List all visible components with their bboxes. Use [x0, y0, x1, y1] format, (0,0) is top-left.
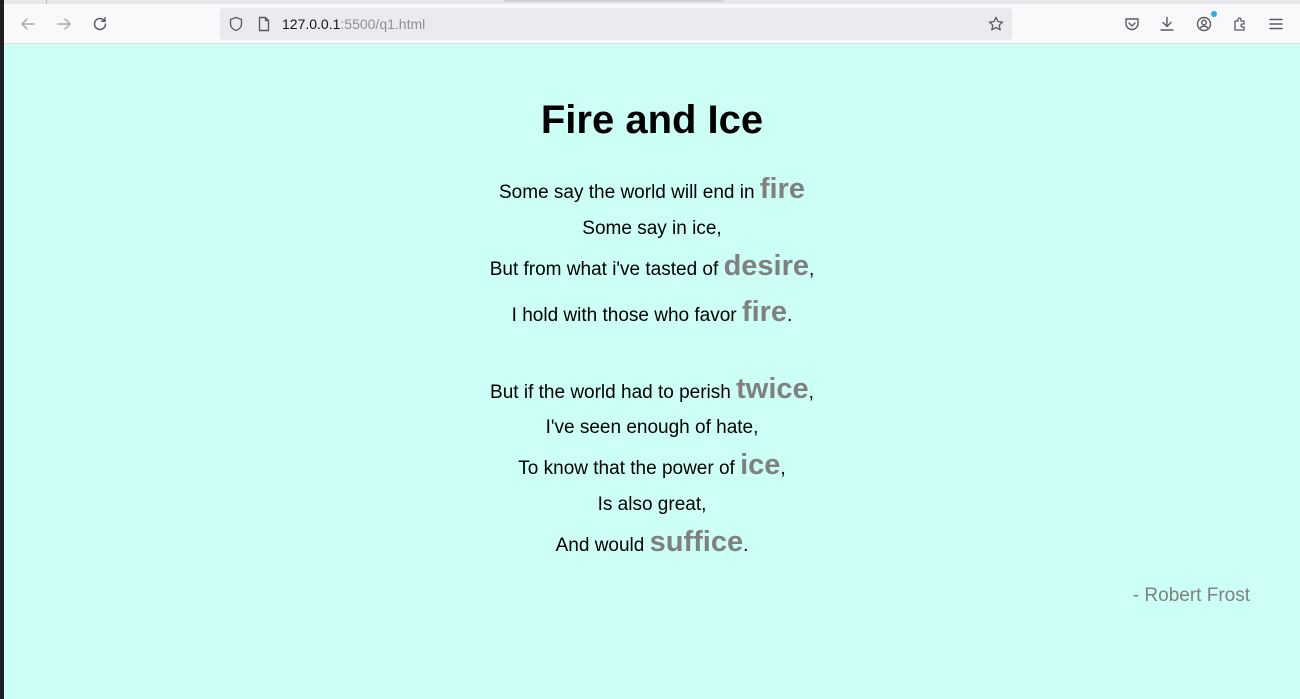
extensions-icon: [1234, 17, 1245, 31]
highlighted-word: suffice: [649, 526, 744, 558]
notification-badge: [1211, 11, 1217, 17]
back-arrow-icon: [21, 18, 35, 30]
highlighted-word: fire: [741, 296, 788, 328]
download-icon: [1160, 16, 1174, 31]
reload-icon: [93, 17, 107, 31]
poem-line: Some say in ice,: [4, 218, 1300, 240]
line-punctuation: .: [787, 305, 793, 326]
reload-button[interactable]: [84, 8, 116, 40]
line-punctuation: ,: [780, 458, 786, 479]
poem-author: - Robert Frost: [1132, 585, 1250, 606]
line-text: And would: [555, 535, 650, 556]
account-button[interactable]: [1188, 8, 1220, 40]
poem-line: I've seen enough of hate,: [4, 417, 1300, 439]
account-icon: [1196, 16, 1212, 32]
highlighted-word: ice: [740, 449, 781, 481]
line-text: But if the world had to perish: [490, 382, 737, 403]
url-path: :5500/q1.html: [340, 16, 426, 32]
poem-line: Some say the world will end in fire: [4, 173, 1300, 206]
highlighted-word: twice: [736, 373, 809, 405]
poem-line: But if the world had to perish twice,: [4, 373, 1300, 406]
poem-line: But from what i've tasted of desire,: [4, 250, 1300, 283]
poem-line: Is also great,: [4, 494, 1300, 516]
line-punctuation: ,: [809, 259, 815, 280]
highlighted-word: fire: [759, 173, 805, 205]
line-text: Is also great,: [597, 494, 707, 515]
line-text: Some say the world will end in: [499, 182, 760, 203]
page-icon[interactable]: [256, 16, 272, 32]
page-content: Fire and Ice Some say the world will end…: [4, 45, 1300, 699]
extensions-button[interactable]: [1224, 8, 1256, 40]
poem-title: Fire and Ice: [540, 98, 764, 142]
pocket-icon: [1125, 18, 1139, 31]
line-punctuation: .: [743, 535, 749, 556]
forward-button[interactable]: [48, 8, 80, 40]
line-punctuation: ,: [808, 382, 814, 403]
forward-arrow-icon: [57, 18, 71, 30]
address-bar[interactable]: 127.0.0.1:5500/q1.html: [220, 8, 1012, 40]
back-button[interactable]: [12, 8, 44, 40]
line-text: Some say in ice,: [582, 218, 722, 239]
browser-window: 127.0.0.1:5500/q1.html Fire and Ice Some…: [0, 0, 1300, 699]
line-text: But from what i've tasted of: [489, 259, 724, 280]
menu-button[interactable]: [1260, 8, 1292, 40]
downloads-button[interactable]: [1151, 8, 1183, 40]
star-icon[interactable]: [988, 16, 1004, 32]
line-text: I hold with those who favor: [511, 305, 742, 326]
navigation-toolbar: 127.0.0.1:5500/q1.html: [4, 4, 1300, 44]
url-text[interactable]: 127.0.0.1:5500/q1.html: [282, 15, 425, 33]
shield-icon[interactable]: [228, 16, 244, 32]
poem-line: And would suffice.: [4, 526, 1300, 559]
poem-line: I hold with those who favor fire.: [4, 296, 1300, 329]
pocket-button[interactable]: [1116, 8, 1148, 40]
poem-line: To know that the power of ice,: [4, 449, 1300, 482]
line-text: To know that the power of: [518, 458, 741, 479]
line-text: I've seen enough of hate,: [545, 417, 759, 438]
menu-icon: [1269, 18, 1283, 30]
active-tab-indicator[interactable]: [504, 0, 724, 2]
url-host: 127.0.0.1: [282, 16, 341, 32]
highlighted-word: desire: [723, 250, 810, 282]
